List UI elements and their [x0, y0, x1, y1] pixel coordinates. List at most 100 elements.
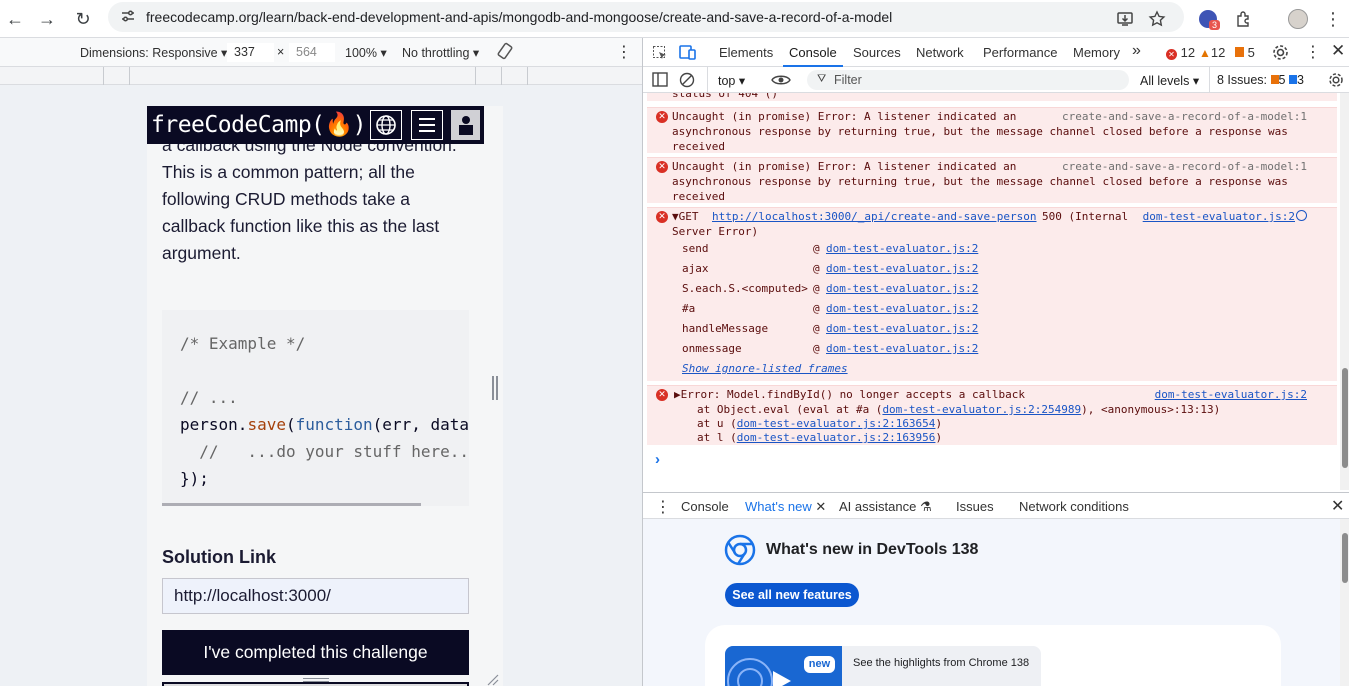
- frame-link[interactable]: dom-test-evaluator.js:2: [826, 281, 978, 296]
- extension-icon[interactable]: 3: [1193, 4, 1223, 34]
- drawer-tab-network-conditions[interactable]: Network conditions: [1019, 499, 1129, 514]
- width-input[interactable]: 337: [227, 43, 274, 62]
- frame-link[interactable]: dom-test-evaluator.js:2: [826, 261, 978, 276]
- tab-network[interactable]: Network: [916, 45, 964, 60]
- back-button[interactable]: ←: [0, 4, 30, 34]
- throttling-dropdown[interactable]: No throttling ▾: [402, 45, 479, 60]
- zoom-dropdown[interactable]: 100% ▾: [345, 45, 387, 60]
- log-levels-dropdown[interactable]: All levels ▾: [1140, 73, 1199, 88]
- right-resize-handle[interactable]: [492, 376, 494, 400]
- expand-toggle[interactable]: ▼GET: [672, 209, 699, 224]
- drawer-tab-issues[interactable]: Issues: [956, 499, 994, 514]
- close-devtools-icon[interactable]: ✕: [1331, 41, 1345, 61]
- dropdown-arrow-icon: ▾: [380, 46, 387, 60]
- back-arrow-icon: ←: [6, 8, 24, 29]
- language-button[interactable]: [370, 110, 402, 140]
- menu-button[interactable]: [411, 110, 443, 140]
- bookmark-star-icon[interactable]: [1142, 4, 1172, 34]
- message-text: received: [672, 140, 725, 153]
- message-source-link[interactable]: dom-test-evaluator.js:2: [1155, 387, 1307, 402]
- drawer-tab-ai-assistance[interactable]: AI assistance ⚗: [839, 499, 932, 515]
- frame-link[interactable]: dom-test-evaluator.js:2: [826, 301, 978, 316]
- devtools-menu-icon[interactable]: ⋮: [1305, 42, 1321, 62]
- more-tabs-icon[interactable]: »: [1132, 42, 1141, 60]
- network-panel-icon[interactable]: [1296, 210, 1307, 221]
- issues-counter[interactable]: 5: [1235, 45, 1255, 60]
- tab-memory[interactable]: Memory: [1073, 45, 1120, 60]
- code-close: });: [180, 469, 209, 488]
- drawer-tab-whats-new[interactable]: What's new ✕: [736, 499, 833, 521]
- paragraph-line: callback function like this as the last: [162, 216, 440, 236]
- close-drawer-icon[interactable]: ✕: [1331, 496, 1344, 516]
- frame-function: onmessage: [682, 342, 742, 355]
- drawer-tab-console[interactable]: Console: [681, 499, 729, 514]
- solution-link-input[interactable]: http://localhost:3000/: [162, 578, 469, 614]
- stack-link[interactable]: dom-test-evaluator.js:2:163654: [737, 417, 936, 430]
- issues-info-count: 3: [1296, 73, 1304, 87]
- request-url-link[interactable]: http://localhost:3000/_api/create-and-sa…: [712, 209, 1037, 224]
- console-settings-icon[interactable]: [1328, 72, 1344, 88]
- bottom-resize-handle-line: [303, 681, 329, 682]
- show-ignored-frames-link[interactable]: Show ignore-listed frames: [682, 361, 848, 376]
- address-bar[interactable]: freecodecamp.org/learn/back-end-developm…: [108, 2, 1184, 32]
- frame-link[interactable]: dom-test-evaluator.js:2: [826, 341, 978, 356]
- fcc-logo[interactable]: freeCodeCamp(🔥): [151, 111, 367, 138]
- sidebar-toggle-icon[interactable]: [652, 72, 668, 87]
- bottom-resize-handle[interactable]: [303, 678, 329, 679]
- browser-toolbar: ← → ↻ freecodecamp.org/learn/back-end-de…: [0, 0, 1349, 38]
- rotate-icon[interactable]: [496, 42, 514, 63]
- zoom-label: 100%: [345, 46, 377, 60]
- code-method: save: [247, 415, 286, 434]
- height-input[interactable]: 564: [289, 43, 335, 62]
- tab-sources[interactable]: Sources: [853, 45, 901, 60]
- console-filter-input[interactable]: ⛛ Filter: [807, 70, 1129, 90]
- frame-at: @: [813, 322, 820, 335]
- message-text[interactable]: ▶Error: Model.findById() no longer accep…: [674, 387, 1025, 402]
- complete-challenge-button[interactable]: I've completed this challenge: [162, 630, 469, 675]
- error-counter[interactable]: ✕ 12: [1166, 45, 1195, 60]
- highlight-item[interactable]: new See the highlights from Chrome 138: [725, 646, 1041, 686]
- message-source-link[interactable]: dom-test-evaluator.js:2: [1143, 209, 1295, 224]
- device-more-icon[interactable]: ⋮: [616, 42, 632, 62]
- secondary-button[interactable]: [162, 682, 469, 686]
- console-scrollbar[interactable]: [1340, 93, 1349, 490]
- drawer-menu-icon[interactable]: ⋮: [655, 497, 671, 517]
- code-horizontal-scrollbar[interactable]: [162, 503, 421, 506]
- clear-console-icon[interactable]: [679, 72, 695, 88]
- tab-performance[interactable]: Performance: [983, 45, 1057, 60]
- stack-link[interactable]: dom-test-evaluator.js:2:163956: [737, 431, 936, 444]
- see-all-features-button[interactable]: See all new features: [725, 583, 859, 607]
- error-icon: ✕: [1166, 49, 1177, 60]
- settings-gear-icon[interactable]: [1272, 44, 1289, 61]
- extensions-puzzle-icon[interactable]: [1229, 4, 1259, 34]
- issues-summary[interactable]: 8 Issues: 5 3: [1217, 73, 1304, 87]
- user-avatar[interactable]: [451, 110, 480, 140]
- scrollbar-thumb[interactable]: [1342, 533, 1348, 583]
- device-toggle-icon[interactable]: [679, 44, 697, 61]
- message-source-link[interactable]: create-and-save-a-record-of-a-model:1: [1062, 159, 1307, 174]
- solution-link-label: Solution Link: [162, 547, 276, 567]
- close-tab-icon[interactable]: ✕: [815, 499, 826, 514]
- frame-link[interactable]: dom-test-evaluator.js:2: [826, 321, 978, 336]
- forward-button[interactable]: →: [32, 4, 62, 34]
- corner-resize-icon[interactable]: [487, 674, 499, 686]
- tab-console[interactable]: Console: [783, 45, 843, 67]
- paragraph-line: This is a common pattern; all the: [162, 162, 415, 182]
- warning-counter[interactable]: ▲12: [1199, 45, 1225, 60]
- profile-avatar[interactable]: [1283, 4, 1313, 34]
- drawer-scrollbar[interactable]: [1340, 519, 1349, 686]
- message-source-link[interactable]: create-and-save-a-record-of-a-model:1: [1062, 109, 1307, 124]
- frame-link[interactable]: dom-test-evaluator.js:2: [826, 241, 978, 256]
- install-app-icon[interactable]: [1110, 4, 1140, 34]
- reload-button[interactable]: ↻: [68, 4, 98, 34]
- browser-menu-icon[interactable]: ⋮: [1318, 4, 1348, 34]
- site-info-icon[interactable]: [120, 8, 136, 24]
- live-expression-eye-icon[interactable]: [771, 73, 791, 87]
- dimensions-dropdown[interactable]: Dimensions: Responsive ▾: [80, 45, 227, 60]
- scrollbar-thumb[interactable]: [1342, 368, 1348, 468]
- inspect-element-icon[interactable]: [652, 45, 668, 61]
- tab-elements[interactable]: Elements: [719, 45, 773, 60]
- console-prompt[interactable]: ›: [655, 451, 660, 468]
- context-selector[interactable]: top ▾: [718, 73, 745, 88]
- stack-link[interactable]: dom-test-evaluator.js:2:254989: [882, 403, 1081, 416]
